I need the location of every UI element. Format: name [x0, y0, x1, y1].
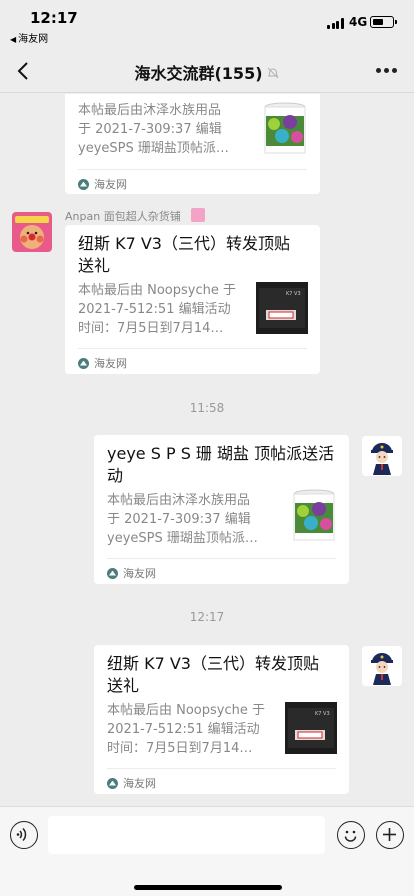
- input-bar: [0, 806, 414, 896]
- card-title: 纽斯 K7 V3（三代）转发顶贴 送礼: [107, 654, 319, 695]
- chat-title: 海水交流群(155): [0, 60, 414, 84]
- card-divider: [107, 768, 336, 769]
- card-source: 海友网: [78, 355, 127, 371]
- chat-title-text: 海水交流群(155): [134, 64, 263, 83]
- card-title: 纽斯 K7 V3（三代）转发顶贴 送礼: [78, 234, 290, 275]
- card-description: 本帖最后由 Noopsyche 于 2021-7-512:51 编辑活动 时间：…: [78, 283, 236, 336]
- sender-name: Anpan 面包超人杂货铺: [65, 210, 181, 223]
- message-timestamp: 12:17: [189, 610, 225, 624]
- source-app-icon: [78, 357, 89, 369]
- avatar[interactable]: [12, 212, 52, 252]
- source-app-icon: [107, 567, 118, 579]
- avatar[interactable]: [362, 436, 402, 476]
- gift-icon: [191, 208, 205, 222]
- card-description: 本帖最后由沐泽水族用品 于 2021-7-309:37 编辑 yeyeSPS 珊…: [107, 493, 258, 546]
- thumbnail-salt-bucket: [260, 102, 310, 156]
- source-app-icon: [78, 178, 89, 190]
- status-bar: 12:17 ◀ 海友网 4G: [0, 0, 414, 48]
- plus-icon[interactable]: [376, 821, 404, 849]
- ellipsis-icon[interactable]: [376, 68, 398, 74]
- link-card[interactable]: 动 本帖最后由沐泽水族用品 于 2021-7-309:37 编辑 yeyeSPS…: [65, 94, 320, 194]
- bell-slash-icon: [267, 67, 278, 79]
- message-input[interactable]: [48, 816, 325, 854]
- thumbnail-k7-device: K7 V3: [256, 282, 308, 334]
- card-title: 动: [78, 94, 313, 96]
- card-description: 本帖最后由 Noopsyche 于 2021-7-512:51 编辑活动 时间：…: [107, 703, 265, 756]
- battery-icon: [370, 16, 397, 28]
- svg-text:K7 V3: K7 V3: [315, 711, 330, 717]
- card-description: 本帖最后由沐泽水族用品 于 2021-7-309:37 编辑 yeyeSPS 珊…: [78, 103, 229, 156]
- card-divider: [107, 558, 336, 559]
- home-indicator[interactable]: [134, 885, 282, 890]
- link-card[interactable]: 纽斯 K7 V3（三代）转发顶贴 送礼 本帖最后由 Noopsyche 于 20…: [94, 645, 349, 794]
- status-time: 12:17: [30, 9, 78, 27]
- card-title: yeye S P S 珊 瑚盐 顶帖派送活 动: [107, 444, 335, 485]
- avatar[interactable]: [362, 646, 402, 686]
- link-card[interactable]: 纽斯 K7 V3（三代）转发顶贴 送礼 本帖最后由 Noopsyche 于 20…: [65, 225, 320, 374]
- card-source: 海友网: [107, 775, 156, 791]
- thumbnail-k7-device: K7 V3: [285, 702, 337, 754]
- card-source: 海友网: [107, 565, 156, 581]
- back-to-app-link[interactable]: ◀ 海友网: [10, 30, 48, 45]
- back-app-label: 海友网: [18, 34, 49, 45]
- signal-icon: [327, 18, 344, 29]
- svg-text:K7 V3: K7 V3: [286, 291, 301, 297]
- message-timestamp: 11:58: [189, 401, 225, 415]
- message-list[interactable]: 动 本帖最后由沐泽水族用品 于 2021-7-309:37 编辑 yeyeSPS…: [0, 94, 414, 806]
- card-divider: [78, 169, 307, 170]
- card-divider: [78, 348, 307, 349]
- link-card[interactable]: yeye S P S 珊 瑚盐 顶帖派送活 动 本帖最后由沐泽水族用品 于 20…: [94, 435, 349, 584]
- voice-icon[interactable]: [10, 821, 38, 849]
- chat-header: 海水交流群(155): [0, 48, 414, 93]
- emoji-icon[interactable]: [337, 821, 365, 849]
- card-source: 海友网: [78, 176, 127, 192]
- thumbnail-salt-bucket: [289, 489, 339, 543]
- network-type: 4G: [349, 15, 368, 29]
- source-app-icon: [107, 777, 118, 789]
